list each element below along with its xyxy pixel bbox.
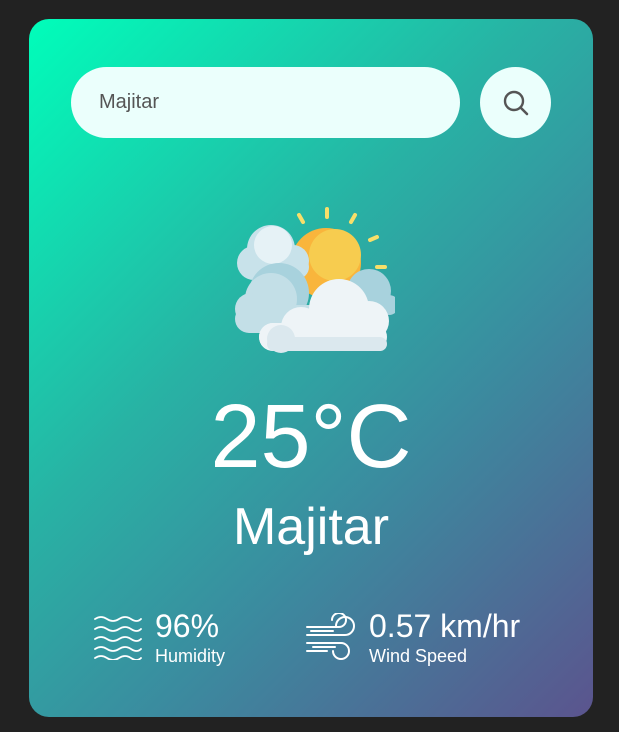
search-input[interactable] bbox=[71, 67, 460, 138]
wind-stat: 0.57 km/hr Wind Speed bbox=[305, 607, 520, 667]
wind-speed-label: Wind Speed bbox=[369, 646, 468, 666]
temperature: 25°C bbox=[210, 387, 412, 487]
weather-card: 25°C Majitar 96% Humidity bbox=[29, 19, 593, 717]
search-icon bbox=[503, 90, 528, 115]
search-button[interactable] bbox=[480, 67, 551, 138]
wind-speed-value: 0.57 km/hr bbox=[369, 608, 521, 644]
partly-cloudy-icon bbox=[235, 207, 395, 353]
humidity-waves-icon bbox=[94, 616, 142, 660]
humidity-stat: 96% Humidity bbox=[93, 607, 225, 667]
wind-icon bbox=[306, 613, 355, 660]
city-name: Majitar bbox=[232, 498, 390, 556]
humidity-value: 96% bbox=[155, 608, 220, 644]
humidity-label: Humidity bbox=[155, 646, 226, 666]
